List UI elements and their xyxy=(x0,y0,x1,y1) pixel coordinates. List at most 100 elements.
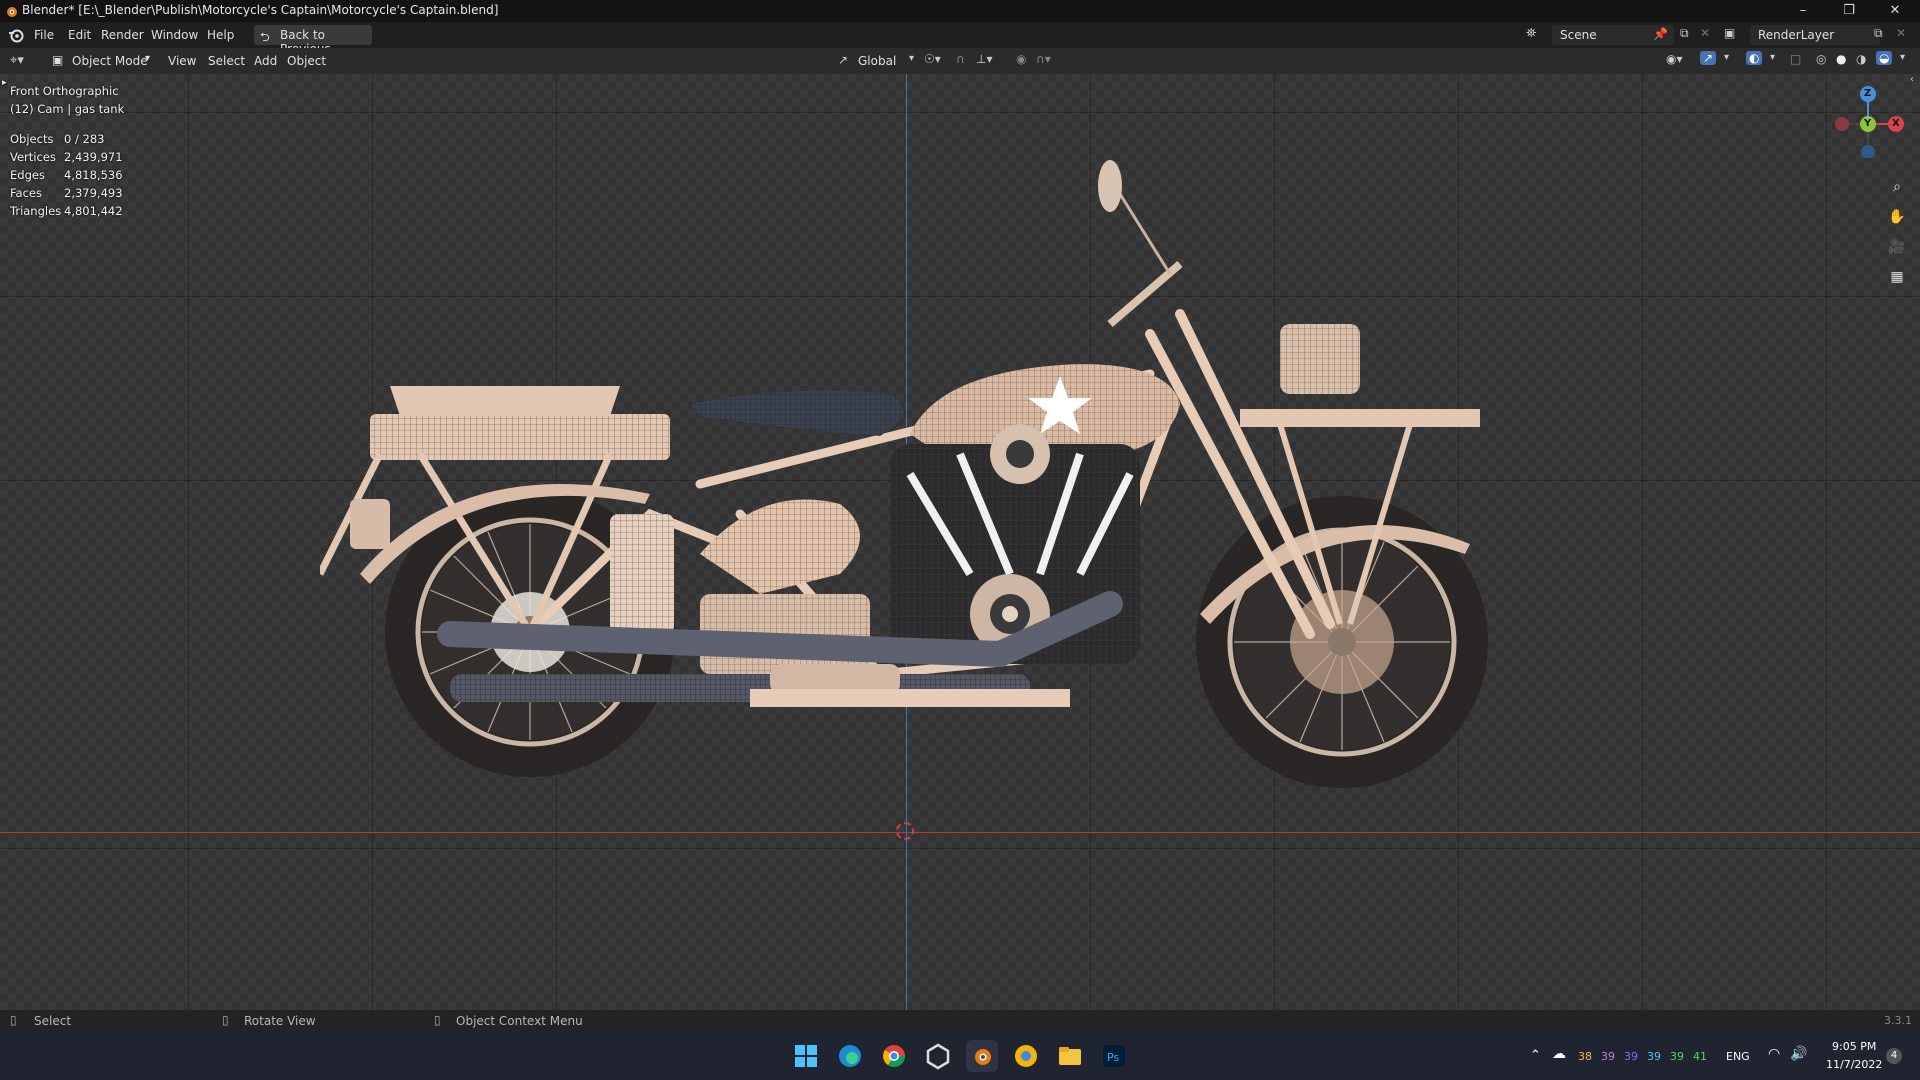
back-icon: ⮌ xyxy=(260,30,270,44)
overlays-dropdown-icon[interactable]: ▾ xyxy=(1770,52,1775,63)
chrome-browser-icon[interactable] xyxy=(878,1040,910,1072)
snap-icon[interactable]: ∩ xyxy=(956,52,965,66)
material-shading-icon[interactable]: ◑ xyxy=(1856,52,1866,66)
collection-info: (12) Cam | gas tank xyxy=(10,102,125,116)
delete-scene-icon[interactable]: ✕ xyxy=(1700,26,1710,40)
header-menu-select[interactable]: Select xyxy=(208,54,245,68)
header-menu-add[interactable]: Add xyxy=(254,54,277,68)
menu-file[interactable]: File xyxy=(34,28,54,42)
zoom-icon[interactable]: ⌕ xyxy=(1884,174,1910,200)
solid-shading-icon[interactable]: ● xyxy=(1836,52,1846,66)
pivot-point-icon[interactable]: ☉▾ xyxy=(924,52,941,66)
restore-icon[interactable]: ❐ xyxy=(1826,0,1872,22)
photoshop-icon[interactable]: Ps xyxy=(1098,1040,1130,1072)
sidebar-toggle-icon[interactable]: ‹ xyxy=(1910,74,1914,85)
mode-selector[interactable]: ▣ Object Mode ▾ xyxy=(48,51,154,71)
wifi-icon[interactable]: ◠ xyxy=(1768,1046,1780,1062)
camera-view-icon[interactable]: 🎥 xyxy=(1884,234,1910,260)
gizmo-y-label: Y xyxy=(1864,118,1872,129)
tray-number-5: 39 xyxy=(1670,1050,1684,1063)
stat-faces-label: Faces xyxy=(10,186,42,200)
pan-hand-icon[interactable]: ✋ xyxy=(1884,204,1910,230)
gizmo-toggle-icon[interactable]: ↗ xyxy=(1700,51,1717,65)
blender-taskbar-icon[interactable] xyxy=(966,1040,998,1072)
tray-number-3: 39 xyxy=(1624,1050,1638,1063)
tray-number-2: 39 xyxy=(1601,1050,1615,1063)
tray-chevron-up-icon[interactable]: ⌃ xyxy=(1530,1048,1541,1063)
rendered-shading-icon[interactable]: ◒ xyxy=(1876,51,1893,65)
svg-text:Ps: Ps xyxy=(1107,1051,1119,1064)
transform-orientation-selector[interactable]: ↗ Global ▾ xyxy=(836,51,916,71)
gizmo-z-label: Z xyxy=(1864,88,1872,99)
close-icon[interactable]: ✕ xyxy=(1872,0,1918,22)
notification-badge[interactable]: 4 xyxy=(1886,1048,1902,1064)
stat-triangles-value: 4,801,442 xyxy=(64,204,123,218)
stat-edges-value: 4,818,536 xyxy=(64,168,123,182)
new-scene-icon[interactable]: ⧉ xyxy=(1680,26,1689,41)
scene-icon[interactable]: ⛯ xyxy=(1526,26,1536,41)
perspective-grid-icon[interactable]: ▦ xyxy=(1884,264,1910,290)
stat-objects-value: 0 / 283 xyxy=(64,132,105,146)
grid-line xyxy=(1826,74,1827,1010)
visibility-icon[interactable]: ◉▾ xyxy=(1666,52,1683,66)
menu-render[interactable]: Render xyxy=(101,28,144,42)
menu-edit[interactable]: Edit xyxy=(68,28,91,42)
menu-window[interactable]: Window xyxy=(151,28,198,42)
stat-faces-value: 2,379,493 xyxy=(64,186,123,200)
language-indicator[interactable]: ENG xyxy=(1726,1050,1750,1063)
render-layer-selector[interactable]: RenderLayer xyxy=(1750,25,1880,45)
unity-icon[interactable] xyxy=(922,1040,954,1072)
minimize-icon[interactable]: – xyxy=(1780,0,1826,22)
orientation-label: Global xyxy=(858,54,897,68)
snap-target-icon[interactable]: ⊥▾ xyxy=(976,52,992,66)
stat-objects-label: Objects xyxy=(10,132,54,146)
header-menu-object[interactable]: Object xyxy=(287,54,326,68)
delete-layer-icon[interactable]: ✕ xyxy=(1896,26,1906,40)
gizmo-x-label: X xyxy=(1892,118,1900,129)
weather-cloud-icon[interactable]: ☁ xyxy=(1552,1046,1566,1062)
mirror xyxy=(1098,160,1122,212)
clock-date[interactable]: 11/7/2022 xyxy=(1826,1058,1882,1071)
file-explorer-icon[interactable] xyxy=(1054,1040,1086,1072)
proportional-edit-icon[interactable]: ◉ xyxy=(1016,52,1026,66)
clock-time[interactable]: 9:05 PM xyxy=(1832,1040,1876,1053)
collapse-arrow-icon[interactable]: ▸ xyxy=(2,78,7,88)
overlays-toggle-icon[interactable]: ◐ xyxy=(1746,51,1763,65)
falloff-icon[interactable]: ∩▾ xyxy=(1036,52,1051,66)
stat-vertices-label: Vertices xyxy=(10,150,56,164)
volume-icon[interactable]: 🔊 xyxy=(1790,1046,1807,1062)
chevron-down-icon: ▾ xyxy=(144,53,150,64)
render-layer-name: RenderLayer xyxy=(1758,28,1835,42)
footboard xyxy=(750,689,1070,707)
blender-logo-icon xyxy=(4,4,18,18)
grid-line xyxy=(1642,74,1643,1010)
windows-start-icon[interactable] xyxy=(790,1040,822,1072)
x-axis-line xyxy=(0,832,1920,833)
back-to-previous-button[interactable]: ⮌ Back to Previous xyxy=(254,25,372,56)
render-layer-icon[interactable]: ▣ xyxy=(1724,26,1735,40)
editor-type-icon[interactable]: ⌖▾ xyxy=(10,53,24,68)
motorcycle-model[interactable] xyxy=(320,154,1500,794)
3d-viewport[interactable]: ▸ Front Orthographic (12) Cam | gas tank… xyxy=(0,74,1920,1010)
pin-icon[interactable]: 📌 xyxy=(1653,27,1668,41)
xray-icon[interactable]: □ xyxy=(1790,52,1801,66)
menu-help[interactable]: Help xyxy=(207,28,234,42)
window-title: Blender* [E:\_Blender\Publish\Motorcycle… xyxy=(22,3,499,17)
scene-selector[interactable]: Scene 📌 xyxy=(1552,25,1674,45)
edge-browser-icon[interactable] xyxy=(834,1040,866,1072)
viewport-header: ⌖▾ ▣ Object Mode ▾ View Select Add Objec… xyxy=(0,48,1920,74)
status-select: Select xyxy=(34,1014,72,1028)
chrome-alt-icon[interactable] xyxy=(1010,1040,1042,1072)
engine xyxy=(890,424,1140,664)
header-menu-view[interactable]: View xyxy=(168,54,196,68)
front-rack xyxy=(1240,409,1480,427)
gizmo-dropdown-icon[interactable]: ▾ xyxy=(1724,52,1729,63)
3d-cursor[interactable] xyxy=(896,822,914,840)
shading-dropdown-icon[interactable]: ▾ xyxy=(1900,52,1905,63)
blender-menu-icon[interactable] xyxy=(8,27,24,43)
mouse-right-icon: ▯ xyxy=(434,1013,441,1027)
grid-line xyxy=(0,848,1920,849)
new-layer-icon[interactable]: ⧉ xyxy=(1874,26,1883,41)
wireframe-shading-icon[interactable]: ◎ xyxy=(1816,52,1826,66)
grid-line xyxy=(0,112,1920,113)
